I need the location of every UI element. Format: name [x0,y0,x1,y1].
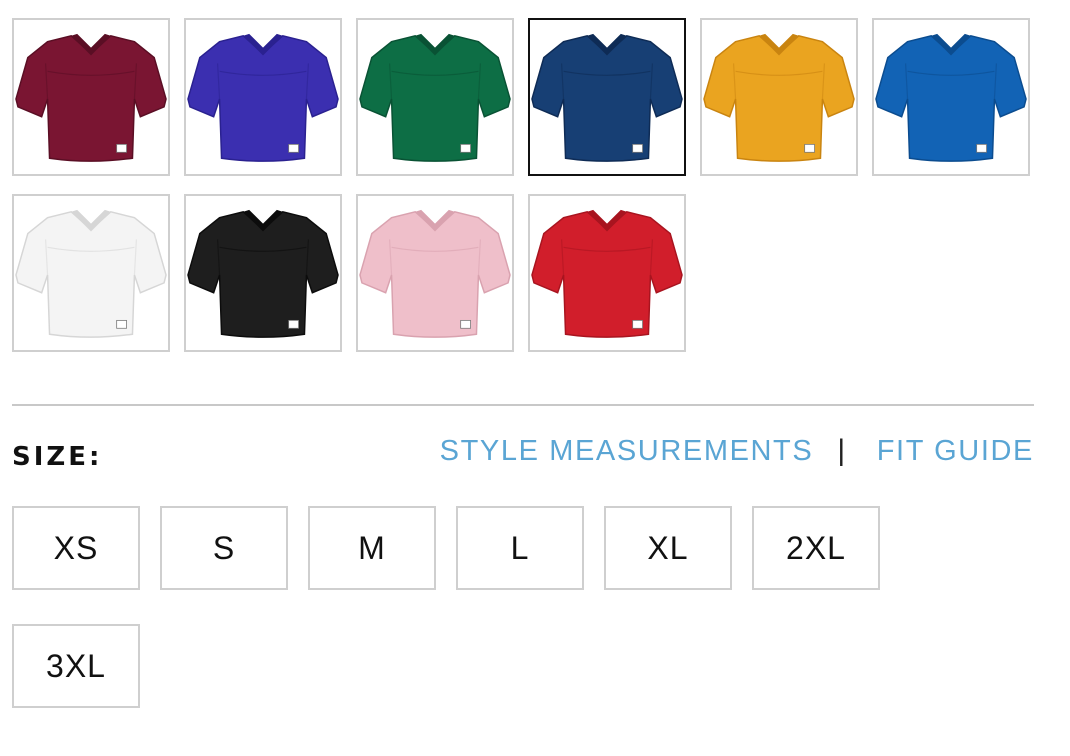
size-button-xs[interactable]: XS [12,506,140,590]
jersey-tag [288,319,299,329]
jersey-image [359,33,511,162]
fit-guide-link[interactable]: FIT GUIDE [877,435,1034,468]
jersey-image [15,33,167,162]
color-swatch-purple[interactable] [184,18,342,176]
color-swatch-scarlet[interactable] [528,194,686,352]
jersey-image [531,209,683,338]
size-button-s[interactable]: S [160,506,288,590]
size-guide-links: STYLE MEASUREMENTS | FIT GUIDE [440,434,1034,468]
jersey-image [875,33,1027,162]
color-swatch-black[interactable] [184,194,342,352]
jersey-tag [460,319,471,329]
jersey-image [359,209,511,338]
link-separator: | [837,434,847,467]
size-label: SIZE: [12,442,103,472]
color-swatch-gold[interactable] [700,18,858,176]
size-button-xl[interactable]: XL [604,506,732,590]
jersey-image [187,33,339,162]
color-swatch-maroon[interactable] [12,18,170,176]
jersey-tag [288,143,299,153]
jersey-tag [632,143,643,153]
color-swatch-navy[interactable] [528,18,686,176]
size-button-2xl[interactable]: 2XL [752,506,880,590]
color-swatch-pink[interactable] [356,194,514,352]
jersey-image [187,209,339,338]
color-swatch-dark-green[interactable] [356,18,514,176]
color-swatch-royal[interactable] [872,18,1030,176]
jersey-tag [116,319,127,329]
jersey-image [15,209,167,338]
jersey-tag [460,143,471,153]
jersey-image [703,33,855,162]
size-button-m[interactable]: M [308,506,436,590]
size-button-l[interactable]: L [456,506,584,590]
jersey-tag [804,143,815,153]
section-divider [12,404,1034,406]
jersey-tag [632,319,643,329]
style-measurements-link[interactable]: STYLE MEASUREMENTS [440,435,814,468]
jersey-tag [116,143,127,153]
color-swatch-white[interactable] [12,194,170,352]
jersey-tag [976,143,987,153]
jersey-image [531,33,683,162]
size-button-3xl[interactable]: 3XL [12,624,140,708]
